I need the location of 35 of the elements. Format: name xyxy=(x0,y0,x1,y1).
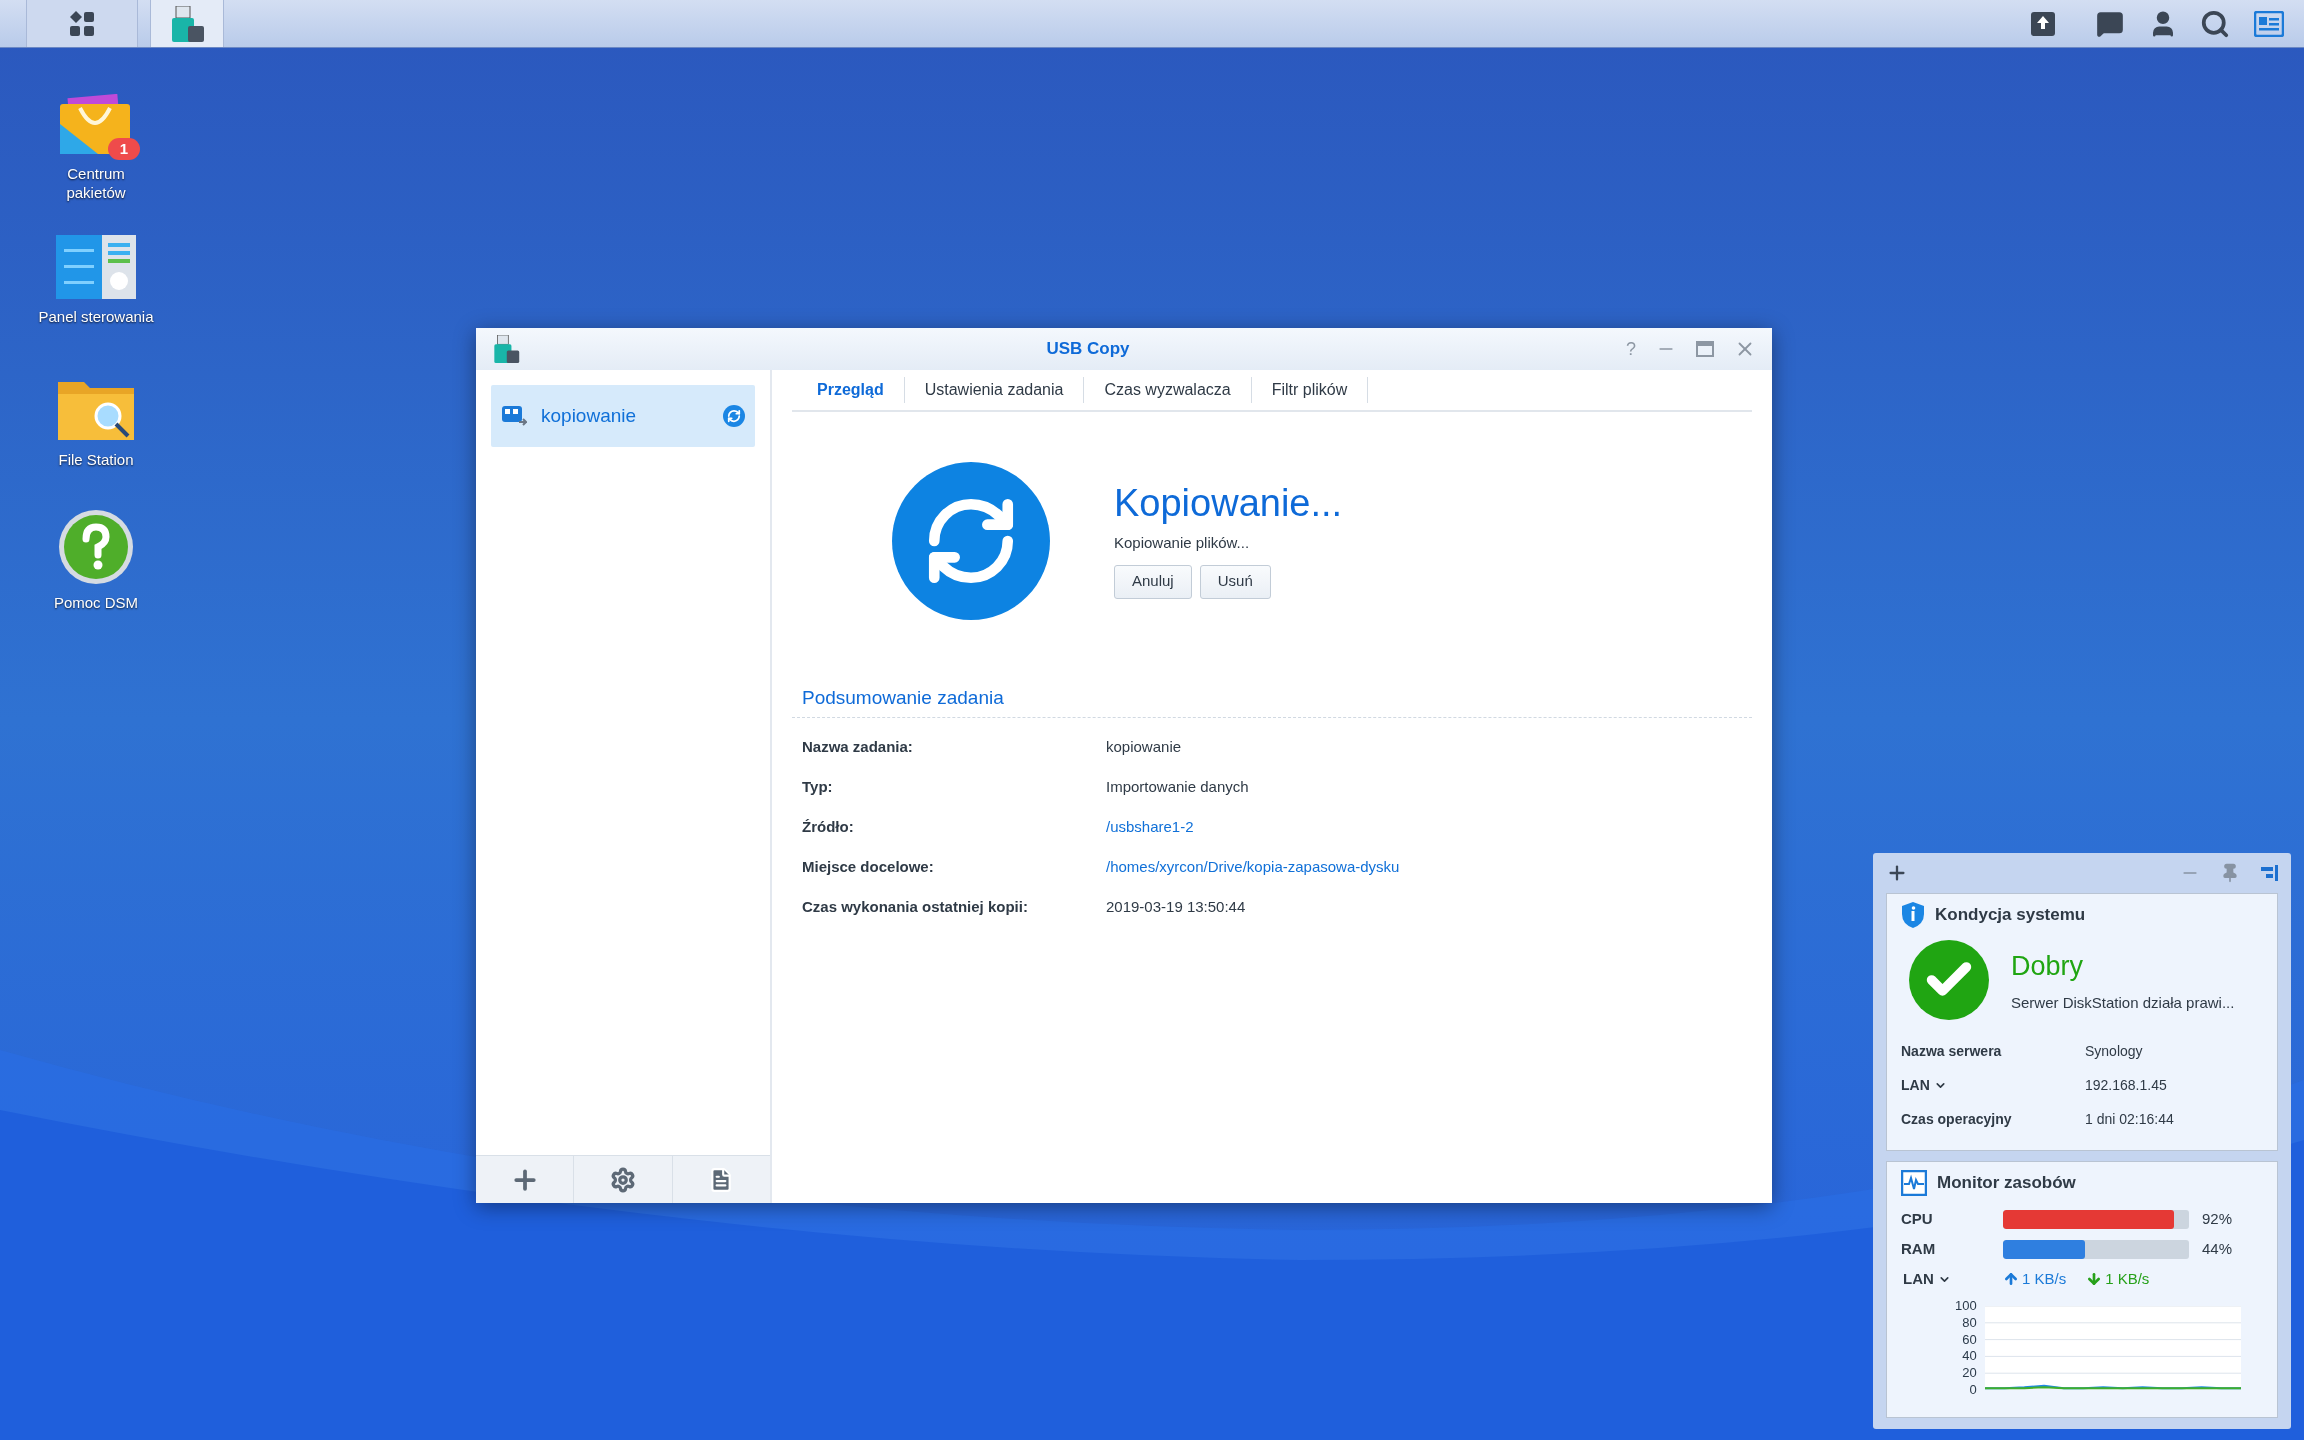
section-title: Podsumowanie zadania xyxy=(802,687,1004,708)
notification-badge: 1 xyxy=(107,138,140,160)
field-label: Miejsce docelowe: xyxy=(802,857,935,878)
status-message: Kopiowanie plików... xyxy=(1114,533,1250,553)
upload-speed: 1 KB/s xyxy=(2022,1268,2067,1289)
meter-label: RAM xyxy=(1901,1238,1937,1259)
info-label: Nazwa serwera xyxy=(1901,1041,2002,1061)
field-label: Typ: xyxy=(802,777,834,798)
info-value: 192.168.1.45 xyxy=(2085,1075,2167,1095)
health-message: Serwer DiskStation działa prawi... xyxy=(2011,993,2235,1013)
health-status: Dobry xyxy=(2011,949,2085,983)
status-heading: Kopiowanie... xyxy=(1114,481,1343,526)
info-label: Czas operacyjny xyxy=(1901,1109,2012,1129)
axis-tick-label: 0 xyxy=(1968,1384,1977,1396)
field-value: 2019-03-19 13:50:44 xyxy=(1106,897,1246,918)
task-name: kopiowanie xyxy=(541,403,638,428)
widget-title: Kondycja systemu xyxy=(1935,904,2086,927)
field-label: Źródło: xyxy=(802,817,855,838)
meter-label: CPU xyxy=(1901,1208,1934,1229)
axis-tick-label: 60 xyxy=(1961,1333,1977,1346)
meter-reading: 92% xyxy=(2202,1208,2233,1229)
meter-reading: 44% xyxy=(2202,1238,2233,1259)
info-value: 1 dni 02:16:44 xyxy=(2085,1109,2174,1129)
field-value: kopiowanie xyxy=(1106,737,1182,758)
field-value: Importowanie danych xyxy=(1106,777,1249,798)
widget-title: Monitor zasobów xyxy=(1937,1172,2076,1195)
axis-tick-label: 80 xyxy=(1961,1316,1977,1329)
axis-tick-label: 20 xyxy=(1961,1367,1977,1380)
info-value: Synology xyxy=(2085,1041,2143,1061)
field-label: Czas wykonania ostatniej kopii: xyxy=(802,897,1029,918)
field-label: Nazwa zadania: xyxy=(802,737,914,758)
download-speed: 1 KB/s xyxy=(2105,1268,2150,1289)
axis-tick-label: 40 xyxy=(1961,1350,1977,1363)
axis-tick-label: 100 xyxy=(1955,1300,1977,1312)
window-title: USB Copy xyxy=(1046,338,1130,361)
